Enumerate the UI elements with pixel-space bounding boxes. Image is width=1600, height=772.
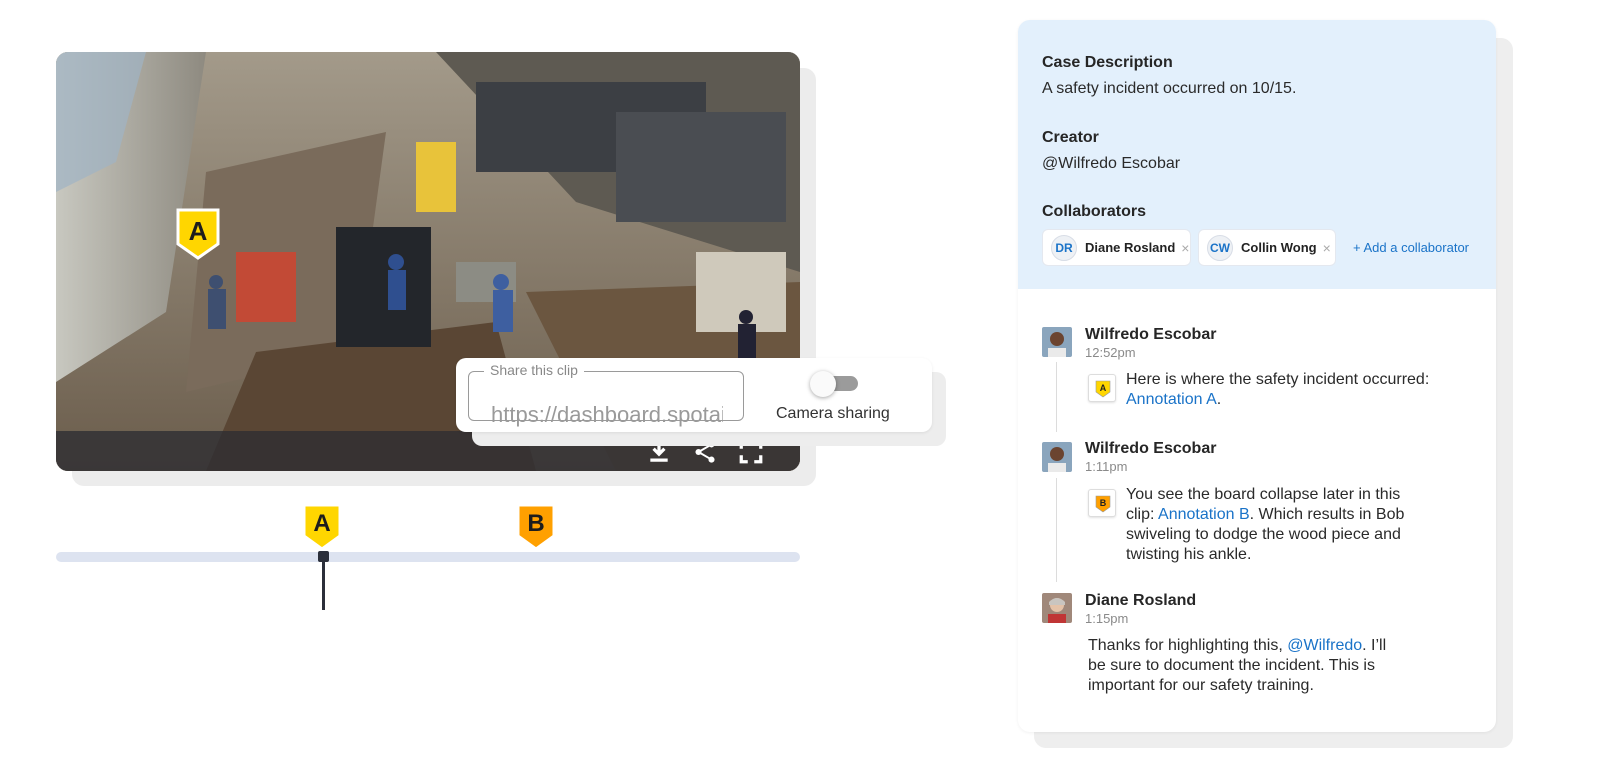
creator-label: Creator [1042, 129, 1099, 146]
share-url-input[interactable] [491, 402, 723, 428]
thread-line [1056, 362, 1057, 432]
camera-sharing-label: Camera sharing [776, 405, 890, 422]
message-body: Here is where the safety incident occurr… [1126, 370, 1456, 410]
message-time: 12:52pm [1085, 345, 1136, 360]
remove-collaborator-icon[interactable]: × [1323, 240, 1331, 256]
share-legend: Share this clip [484, 362, 584, 378]
case-details: Case Description A safety incident occur… [1018, 20, 1496, 289]
playhead-handle[interactable] [318, 551, 329, 562]
message-author: Wilfredo Escobar [1085, 326, 1217, 343]
message-text: Here is where the safety incident occurr… [1126, 371, 1430, 388]
add-collaborator-link[interactable]: + Add a collaborator [1353, 240, 1469, 255]
collaborator-initials: DR [1051, 234, 1077, 261]
avatar [1042, 442, 1072, 472]
collaborator-name: Collin Wong [1241, 240, 1317, 255]
message-body: You see the board collapse later in this… [1126, 485, 1422, 565]
playhead-line [322, 560, 325, 610]
message-text: . [1216, 391, 1222, 408]
camera-sharing-toggle[interactable] [810, 371, 860, 397]
share-popup: Share this clip Camera sharing [456, 358, 932, 432]
avatar [1042, 327, 1072, 357]
collaborators-label: Collaborators [1042, 203, 1147, 220]
message-author: Diane Rosland [1085, 592, 1197, 609]
annotation-a-icon[interactable]: A [1088, 374, 1116, 402]
collaborator-chip: DR Diane Rosland × [1042, 229, 1191, 266]
svg-text:A: A [1100, 383, 1107, 393]
video-annotation-marker-a[interactable]: A [176, 208, 220, 260]
toggle-knob [810, 371, 836, 397]
video-timeline-track[interactable] [56, 552, 800, 562]
annotation-a-link[interactable]: Annotation A [1126, 391, 1217, 408]
remove-collaborator-icon[interactable]: × [1181, 240, 1189, 256]
message-author: Wilfredo Escobar [1085, 440, 1217, 457]
annotation-b-link[interactable]: Annotation B [1158, 506, 1250, 523]
collaborator-chip: CW Collin Wong × [1198, 229, 1336, 266]
creator-value: @Wilfredo Escobar [1042, 155, 1181, 172]
share-url-field[interactable] [468, 371, 744, 428]
case-description-label: Case Description [1042, 54, 1173, 71]
case-panel: Case Description A safety incident occur… [1018, 20, 1496, 732]
timeline-marker-b[interactable]: B [516, 503, 556, 551]
collaborator-initials: CW [1207, 234, 1233, 261]
svg-text:B: B [1100, 498, 1107, 508]
timeline-marker-a[interactable]: A [302, 503, 342, 551]
message-time: 1:15pm [1085, 611, 1129, 626]
mention-link[interactable]: @Wilfredo [1287, 637, 1362, 654]
annotation-b-icon[interactable]: B [1088, 489, 1116, 517]
thread-line [1056, 478, 1057, 582]
message-body: Thanks for highlighting this, @Wilfredo.… [1088, 636, 1400, 696]
case-description-text: A safety incident occurred on 10/15. [1042, 80, 1297, 97]
collaborator-name: Diane Rosland [1085, 240, 1176, 255]
message-time: 1:11pm [1085, 459, 1128, 474]
avatar [1042, 593, 1072, 623]
message-text: Thanks for highlighting this, [1088, 637, 1288, 654]
